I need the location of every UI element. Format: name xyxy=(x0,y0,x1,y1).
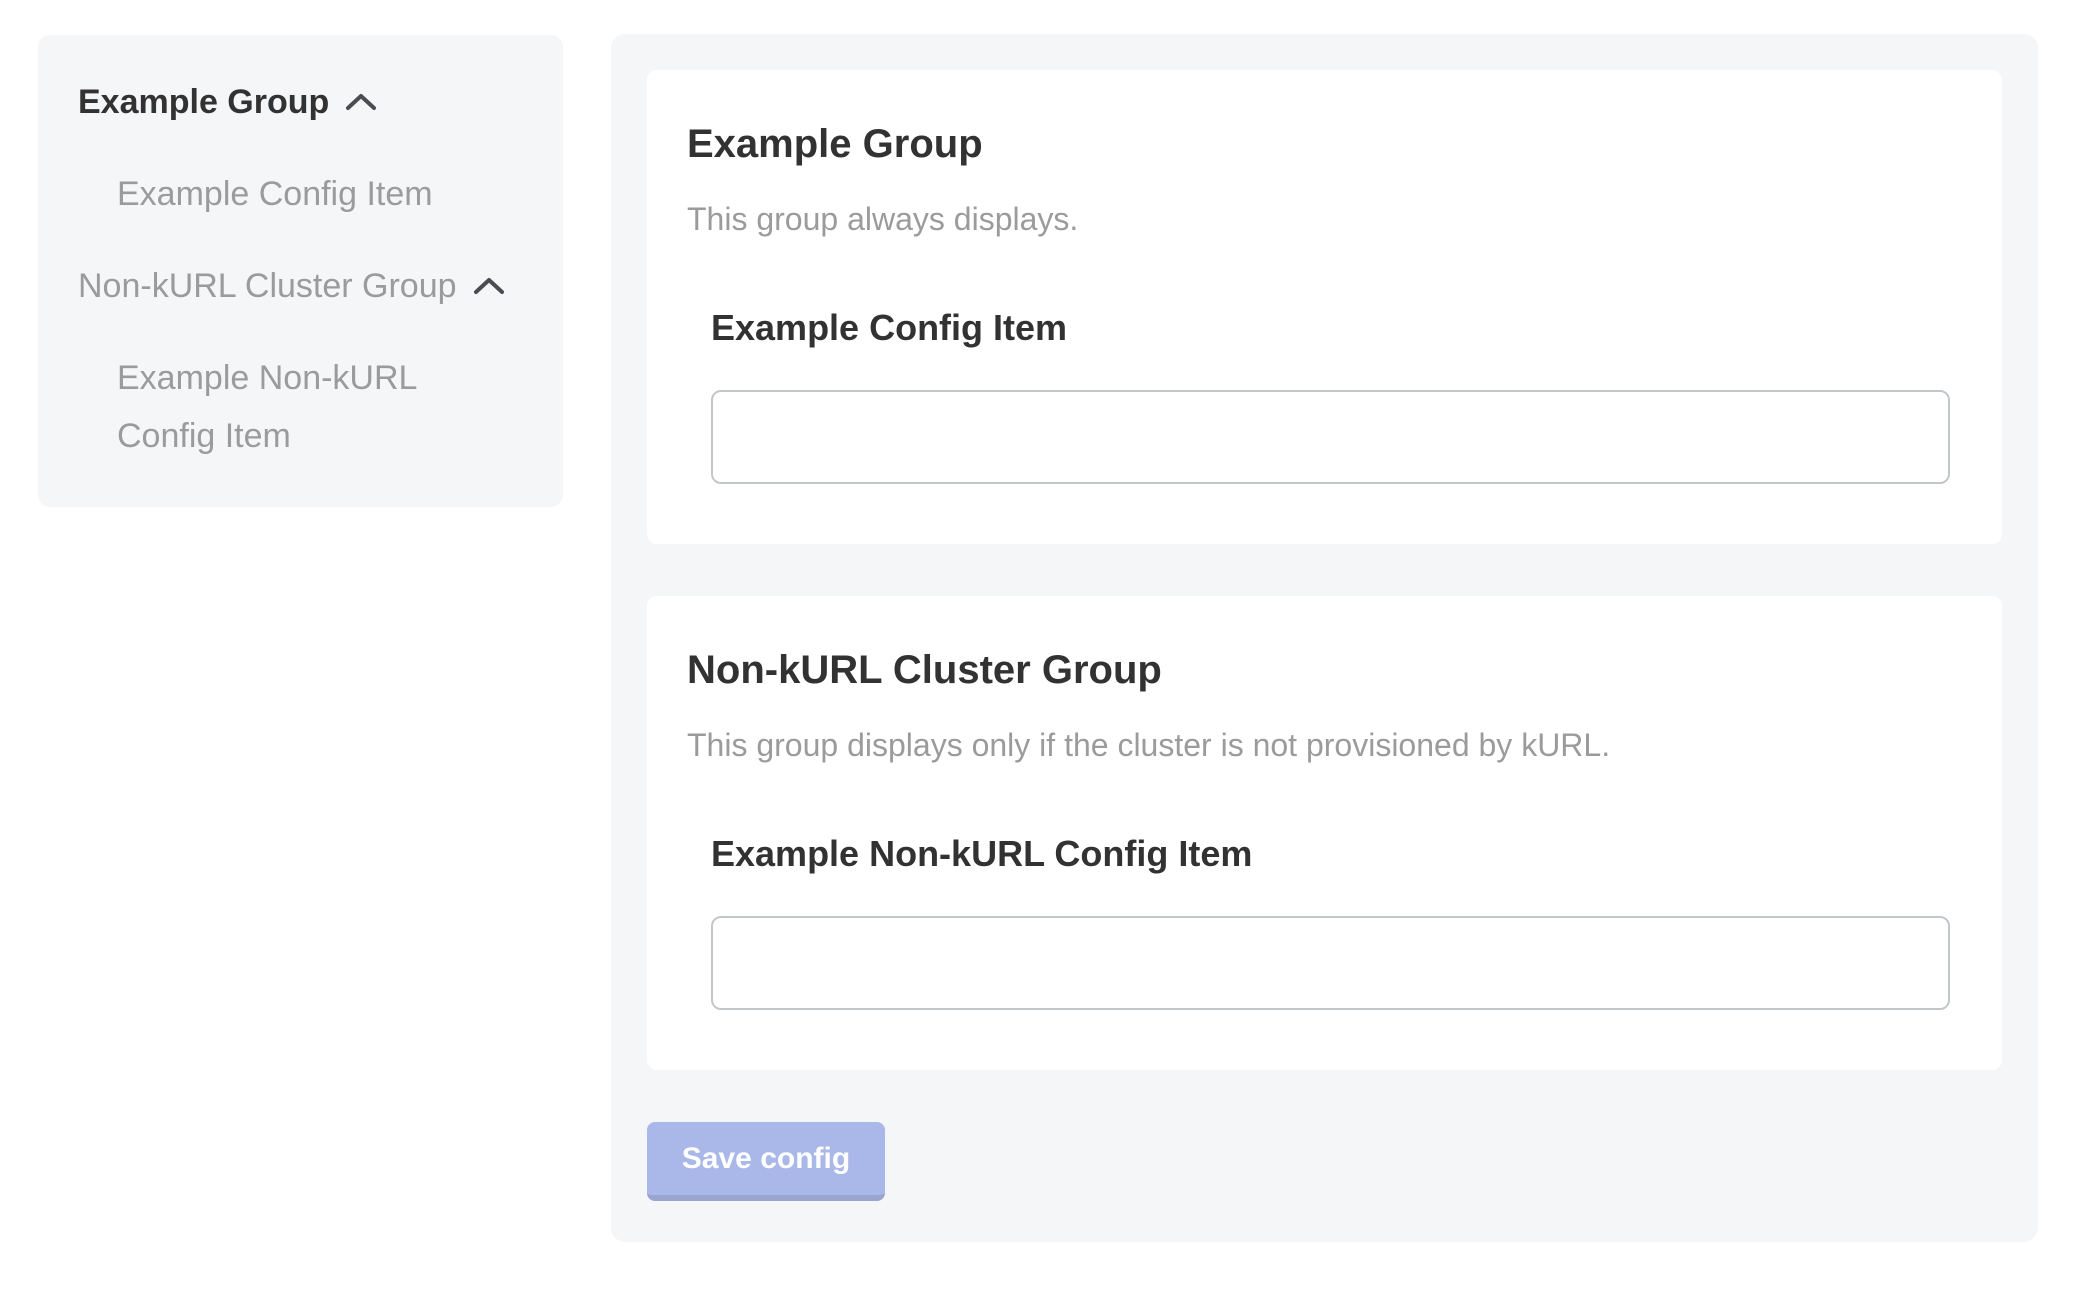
save-config-button[interactable]: Save config xyxy=(647,1122,885,1201)
chevron-up-icon[interactable] xyxy=(345,92,377,112)
config-group-card-non-kurl-cluster-group: Non-kURL Cluster Group This group displa… xyxy=(647,596,2002,1070)
sidebar-group-label: Example Group xyxy=(78,81,329,123)
group-title: Example Group xyxy=(687,120,1962,168)
chevron-up-icon[interactable] xyxy=(473,276,505,296)
sidebar-item-example-non-kurl-config-item[interactable]: Example Non-kURL Config Item xyxy=(117,349,497,465)
config-sidebar: Example Group Example Config Item Non-kU… xyxy=(38,35,563,507)
config-item-label: Example Non-kURL Config Item xyxy=(711,832,1950,876)
group-description: This group displays only if the cluster … xyxy=(687,726,1962,764)
sidebar-group-non-kurl-cluster-group[interactable]: Non-kURL Cluster Group xyxy=(78,265,523,307)
config-group-card-example-group: Example Group This group always displays… xyxy=(647,70,2002,544)
config-item: Example Config Item xyxy=(711,306,1950,484)
sidebar-item-example-config-item[interactable]: Example Config Item xyxy=(117,165,497,223)
group-title: Non-kURL Cluster Group xyxy=(687,646,1962,694)
config-item: Example Non-kURL Config Item xyxy=(711,832,1950,1010)
config-item-input[interactable] xyxy=(711,390,1950,484)
config-item-input[interactable] xyxy=(711,916,1950,1010)
config-main-panel: Example Group This group always displays… xyxy=(611,34,2038,1242)
sidebar-group-label: Non-kURL Cluster Group xyxy=(78,265,457,307)
group-description: This group always displays. xyxy=(687,200,1962,238)
sidebar-group-example-group[interactable]: Example Group xyxy=(78,81,523,123)
config-item-label: Example Config Item xyxy=(711,306,1950,350)
